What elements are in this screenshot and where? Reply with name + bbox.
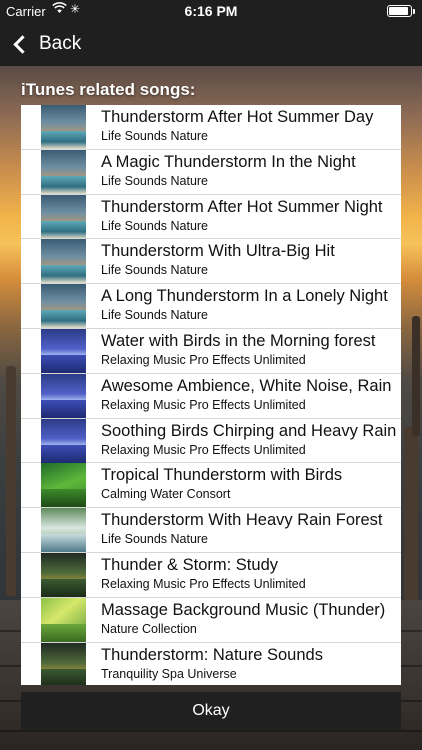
song-artist: Relaxing Music Pro Effects Unlimited (101, 352, 306, 367)
related-songs-list[interactable]: Thunderstorm After Hot Summer Day Life So… (21, 105, 401, 685)
song-title: Thunderstorm With Heavy Rain Forest (101, 511, 383, 530)
status-time: 6:16 PM (184, 3, 238, 19)
song-artist: Life Sounds Nature (101, 129, 209, 143)
song-title: A Magic Thunderstorm In the Night (101, 152, 356, 171)
song-artist: Tranquility Spa Universe (101, 666, 237, 681)
song-row[interactable]: Thunderstorm With Heavy Rain Forest Life … (21, 508, 401, 553)
song-row[interactable]: Thunderstorm After Hot Summer Night Life … (21, 194, 401, 240)
album-art (41, 463, 86, 508)
song-row[interactable]: Soothing Birds Chirping and Heavy Rain Re… (21, 418, 401, 464)
song-artist: Life Sounds Nature (101, 532, 209, 547)
song-title: Thunderstorm After Hot Summer Night (101, 197, 383, 216)
album-art (41, 239, 86, 284)
song-title: Soothing Birds Chirping and Heavy Rain (101, 421, 397, 440)
song-title: Thunderstorm With Ultra-Big Hit (101, 242, 335, 261)
dock-post (412, 316, 420, 436)
album-art (41, 328, 86, 373)
album-art (41, 149, 86, 194)
section-heading: iTunes related songs: (21, 80, 196, 99)
album-art (41, 194, 86, 239)
song-title: Massage Background Music (Thunder) (101, 600, 386, 619)
song-row[interactable]: Thunderstorm With Ultra-Big Hit Life Soun… (21, 239, 401, 285)
album-art (41, 508, 86, 553)
song-title: Thunderstorm: Nature Sounds (101, 645, 323, 664)
song-artist: Life Sounds Nature (101, 218, 209, 233)
song-title: Tropical Thunderstorm with Birds (101, 466, 343, 485)
album-art (41, 373, 86, 418)
song-row[interactable]: Thunderstorm: Nature Sounds Tranquility S… (21, 642, 401, 685)
back-button[interactable]: Back (10, 30, 81, 58)
song-row[interactable]: Thunderstorm After Hot Summer Day Life So… (21, 105, 401, 150)
album-art (41, 418, 86, 463)
song-artist: Life Sounds Nature (101, 263, 209, 278)
song-artist: Relaxing Music Pro Effects Unlimited (101, 576, 306, 591)
song-artist: Nature Collection (101, 621, 197, 636)
album-art (41, 552, 86, 597)
song-artist: Calming Water Consort (101, 487, 231, 502)
album-art (41, 597, 86, 642)
album-art (41, 105, 86, 149)
song-title: Water with Birds in the Morning forest (101, 331, 376, 350)
dock-post (6, 366, 16, 596)
song-row[interactable]: Awesome Ambience, White Noise, Rain Relax… (21, 373, 401, 419)
song-artist: Life Sounds Nature (101, 308, 209, 323)
battery-icon (387, 5, 415, 17)
dock-post (404, 426, 418, 606)
song-title: Thunder & Storm: Study (101, 555, 278, 574)
song-artist: Relaxing Music Pro Effects Unlimited (101, 397, 306, 412)
song-row[interactable]: Massage Background Music (Thunder) Nature… (21, 597, 401, 643)
song-row[interactable]: Water with Birds in the Morning forest Re… (21, 328, 401, 374)
album-art (41, 642, 86, 685)
navigation-bar: Carrier ✳ 6:16 PM Back (0, 0, 422, 66)
song-artist: Relaxing Music Pro Effects Unlimited (101, 442, 306, 457)
status-bar: Carrier ✳ 6:16 PM (0, 0, 422, 22)
song-row[interactable]: A Magic Thunderstorm In the Night Life So… (21, 149, 401, 195)
song-title: Awesome Ambience, White Noise, Rain (101, 376, 392, 395)
song-row[interactable]: Tropical Thunderstorm with Birds Calming … (21, 463, 401, 509)
song-row[interactable]: Thunder & Storm: Study Relaxing Music Pro… (21, 552, 401, 598)
back-label: Back (39, 33, 82, 54)
song-title: A Long Thunderstorm In a Lonely Night (101, 287, 388, 306)
okay-button[interactable]: Okay (21, 692, 401, 730)
chevron-left-icon (13, 34, 32, 54)
song-row[interactable]: A Long Thunderstorm In a Lonely Night Lif… (21, 284, 401, 329)
song-artist: Life Sounds Nature (101, 173, 209, 188)
album-art (41, 284, 86, 329)
song-title: Thunderstorm After Hot Summer Day (101, 108, 374, 126)
